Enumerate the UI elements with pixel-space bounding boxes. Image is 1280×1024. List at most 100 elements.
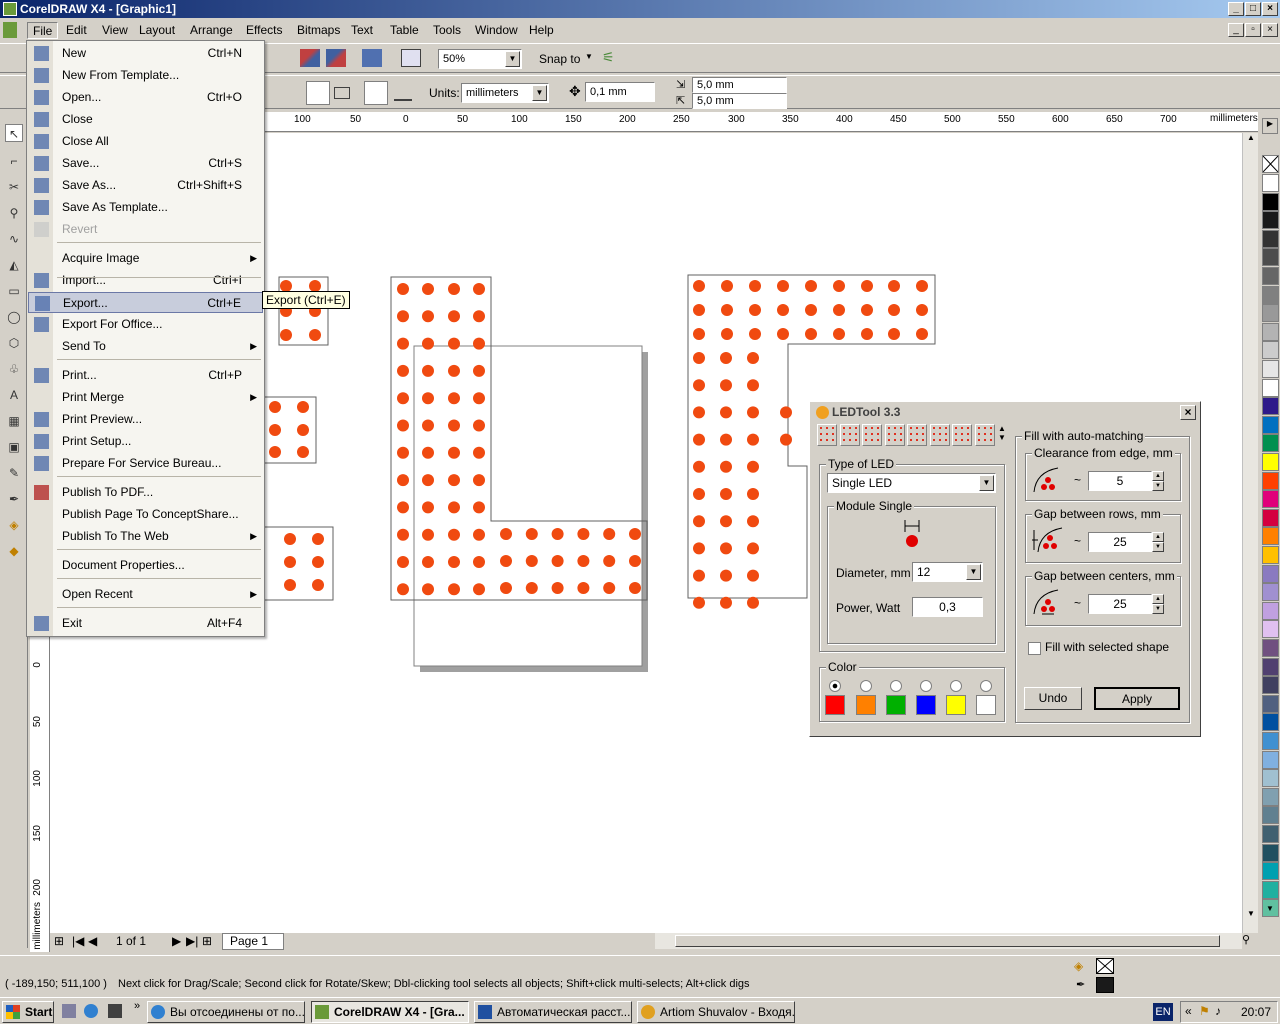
help-icon[interactable] — [952, 424, 972, 446]
palette-swatch[interactable] — [1262, 750, 1279, 769]
zoom-combo[interactable]: 50% ▼ — [438, 49, 522, 69]
language-indicator[interactable]: EN — [1153, 1003, 1173, 1021]
menu-item-exit[interactable]: Exit Alt+F4 — [28, 613, 263, 634]
navigator-icon[interactable]: ⚲ — [1242, 933, 1258, 949]
smart-fill-tool-icon[interactable]: ◭ — [5, 256, 23, 274]
menu-item-print[interactable]: Print... Ctrl+P — [28, 365, 263, 386]
menu-help[interactable]: Help — [524, 22, 559, 39]
menu-tools[interactable]: Tools — [428, 22, 466, 39]
tray-app-icon[interactable]: ⚑ — [1199, 1004, 1210, 1018]
palette-swatch[interactable] — [1262, 248, 1279, 267]
palette-swatch[interactable] — [1262, 341, 1279, 360]
menu-item-import[interactable]: Import... Ctrl+I — [28, 270, 263, 291]
insert-page-before-icon[interactable]: ⊞ — [54, 934, 64, 948]
interactive-blend-tool-icon[interactable]: ▣ — [5, 438, 23, 456]
palette-swatch[interactable] — [1262, 862, 1279, 881]
fill-selected-checkbox[interactable] — [1028, 642, 1041, 655]
menu-item-prepare-service-bureau[interactable]: Prepare For Service Bureau... — [28, 453, 263, 474]
menu-item-save[interactable]: Save... Ctrl+S — [28, 153, 263, 174]
menu-item-save-as-template[interactable]: Save As Template... — [28, 197, 263, 218]
maximize-button[interactable]: □ — [1245, 2, 1261, 16]
zoom-tool-icon[interactable]: ⚲ — [5, 204, 23, 222]
landscape-icon[interactable] — [334, 87, 350, 99]
next-page-icon[interactable]: ▶ — [172, 934, 181, 948]
welcome-screen-icon[interactable] — [401, 49, 421, 67]
rectangle-tool-icon[interactable]: ▭ — [5, 282, 23, 300]
menu-item-export-for-office[interactable]: Export For Office... — [28, 314, 263, 335]
doc-close-button[interactable]: × — [1262, 23, 1278, 37]
led-grid-icon[interactable] — [817, 424, 837, 446]
menu-bitmaps[interactable]: Bitmaps — [292, 22, 345, 39]
doc-restore-button[interactable]: ▫ — [1245, 23, 1261, 37]
led-color-swatch[interactable] — [916, 695, 936, 715]
palette-swatch[interactable] — [1262, 564, 1279, 583]
task-browser[interactable]: Вы отсоединены от по... — [147, 1001, 305, 1023]
insert-page-after-icon[interactable]: ⊞ — [202, 934, 212, 948]
shape-tool-icon[interactable]: ⌐ — [5, 152, 23, 170]
magic-wand-icon[interactable] — [929, 424, 950, 446]
color-radio[interactable] — [829, 680, 841, 692]
fill-tool-icon[interactable]: ◈ — [5, 516, 23, 534]
menu-item-acquire-image[interactable]: Acquire Image ▶ — [28, 248, 263, 269]
palette-swatch[interactable] — [1262, 192, 1279, 211]
interactive-fill-tool-icon[interactable]: ◆ — [5, 542, 23, 560]
close-button[interactable]: × — [1262, 2, 1278, 16]
palette-swatch[interactable] — [1262, 471, 1279, 490]
first-page-icon[interactable]: |◀ — [72, 934, 84, 948]
crop-tool-icon[interactable]: ✂ — [5, 178, 23, 196]
palette-swatch[interactable] — [1262, 843, 1279, 862]
diameter-combo[interactable]: 12 ▼ — [912, 562, 983, 582]
palette-swatch[interactable] — [1262, 434, 1279, 453]
page-tab[interactable]: Page 1 — [222, 933, 284, 950]
calculator-icon[interactable] — [108, 1004, 122, 1018]
palette-swatch[interactable] — [1262, 174, 1279, 192]
menu-file[interactable]: File — [27, 22, 59, 39]
task-word[interactable]: Автоматическая расст... — [474, 1001, 632, 1023]
volume-icon[interactable]: ♪ — [1215, 1004, 1221, 1018]
menu-item-print-merge[interactable]: Print Merge ▶ — [28, 387, 263, 408]
text-tool-icon[interactable]: A — [5, 386, 23, 404]
palette-swatch[interactable] — [1262, 229, 1279, 248]
power-input[interactable]: 0,3 — [912, 597, 983, 617]
current-page-icon[interactable] — [394, 85, 412, 101]
menu-table[interactable]: Table — [385, 22, 424, 39]
centers-gap-input[interactable]: 25 — [1088, 594, 1152, 614]
clearance-input[interactable]: 5 — [1088, 471, 1152, 491]
app-launcher-icon[interactable] — [362, 49, 382, 67]
menu-item-new-from-template[interactable]: New From Template... — [28, 65, 263, 86]
menu-item-open-recent[interactable]: Open Recent ▶ — [28, 584, 263, 605]
import-icon[interactable] — [300, 49, 320, 67]
palette-swatch[interactable] — [1262, 527, 1279, 546]
basic-shapes-tool-icon[interactable]: ♧ — [5, 360, 23, 378]
led-matrix-icon[interactable] — [839, 424, 860, 446]
start-button[interactable]: Start — [2, 1001, 54, 1023]
last-page-icon[interactable]: ▶| — [186, 934, 198, 948]
menu-item-open[interactable]: Open... Ctrl+O — [28, 87, 263, 108]
palette-swatch[interactable] — [1262, 546, 1279, 564]
doc-minimize-button[interactable]: _ — [1228, 23, 1244, 37]
color-radio[interactable] — [980, 680, 992, 692]
palette-swatch[interactable] — [1262, 378, 1279, 397]
prev-page-icon[interactable]: ◀ — [88, 934, 97, 948]
fill-swatch[interactable] — [1096, 958, 1114, 974]
palette-swatch[interactable] — [1262, 732, 1279, 750]
menu-item-close[interactable]: Close — [28, 109, 263, 130]
palette-swatch[interactable] — [1262, 583, 1279, 602]
palette-swatch[interactable] — [1262, 620, 1279, 639]
led-ring-icon[interactable] — [862, 424, 882, 446]
duplicate-y-field[interactable]: 5,0 mm — [692, 93, 787, 109]
menu-item-publish-web[interactable]: Publish To The Web ▶ — [28, 526, 263, 547]
chevron-down-icon[interactable]: ▼ — [966, 564, 981, 580]
ie-icon[interactable] — [84, 1004, 98, 1018]
pick-tool-icon[interactable]: ↖ — [5, 124, 23, 142]
minimize-button[interactable]: _ — [1228, 2, 1244, 16]
palette-swatch[interactable] — [1262, 676, 1279, 695]
led-color-swatch[interactable] — [976, 695, 996, 715]
freehand-tool-icon[interactable]: ∿ — [5, 230, 23, 248]
led-color-swatch[interactable] — [886, 695, 906, 715]
palette-swatch[interactable] — [1262, 694, 1279, 713]
led-color-swatch[interactable] — [856, 695, 876, 715]
palette-swatch[interactable] — [1262, 601, 1279, 620]
menu-item-export[interactable]: Export... Ctrl+E — [28, 292, 263, 313]
palette-swatch[interactable] — [1262, 639, 1279, 657]
